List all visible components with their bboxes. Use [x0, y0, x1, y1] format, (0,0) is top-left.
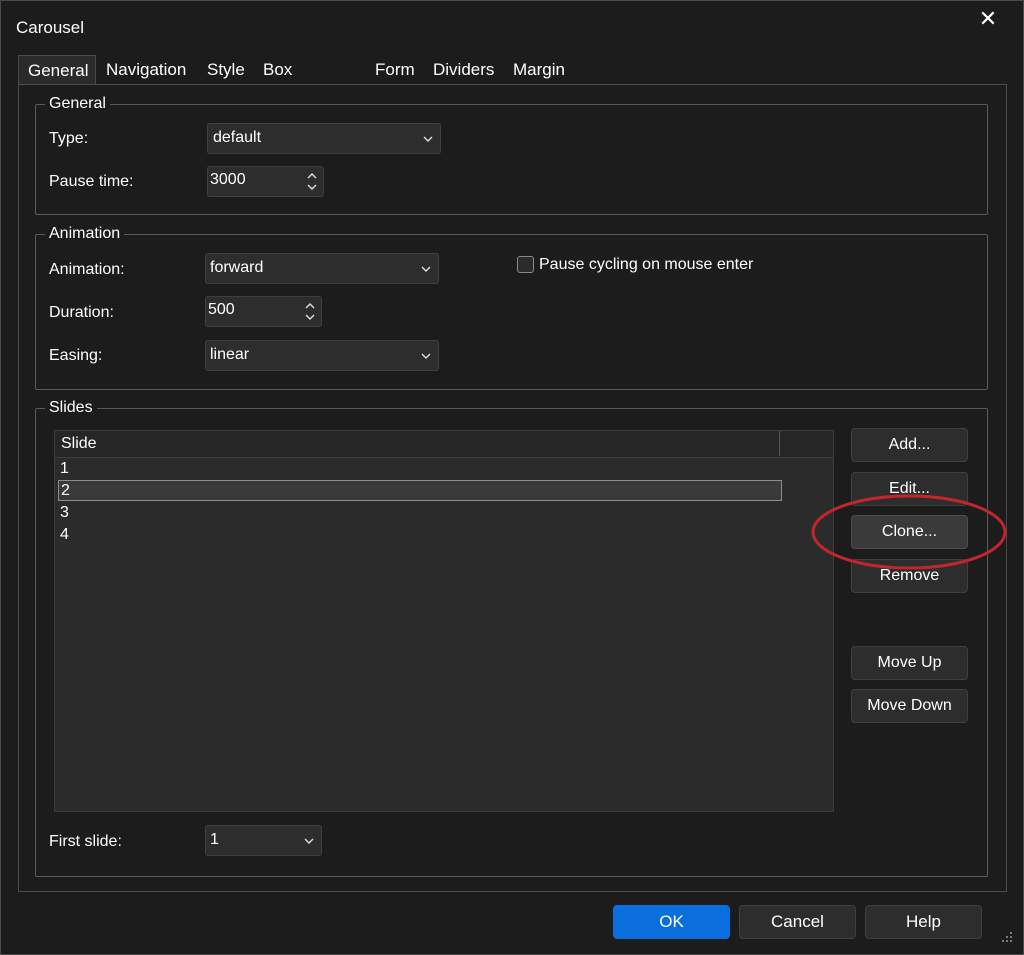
- spin-arrows-icon[interactable]: [305, 169, 319, 194]
- type-label: Type:: [49, 130, 89, 147]
- pause-on-hover-checkbox[interactable]: [517, 256, 534, 273]
- easing-select[interactable]: linear: [205, 340, 439, 371]
- animation-select[interactable]: forward: [205, 253, 439, 284]
- help-button[interactable]: Help: [865, 905, 982, 939]
- list-item[interactable]: 4: [58, 524, 782, 545]
- duration-label: Duration:: [49, 304, 114, 321]
- window-title: Carousel: [16, 18, 85, 37]
- pause-time-label: Pause time:: [49, 173, 134, 190]
- animation-label: Animation:: [49, 261, 125, 278]
- chevron-down-icon: [421, 266, 431, 272]
- animation-group: Animation: [35, 224, 988, 390]
- easing-label: Easing:: [49, 347, 103, 364]
- tab-margin[interactable]: Margin: [504, 56, 574, 84]
- pause-time-spinner[interactable]: 3000: [207, 166, 324, 197]
- tab-style[interactable]: Style: [198, 56, 254, 84]
- ok-button[interactable]: OK: [613, 905, 730, 939]
- easing-select-value: linear: [210, 346, 250, 363]
- title-bar: Carousel ✕: [1, 1, 1023, 47]
- resize-grip-icon[interactable]: [1001, 931, 1013, 943]
- cancel-button[interactable]: Cancel: [739, 905, 856, 939]
- remove-slide-button[interactable]: Remove: [851, 559, 968, 593]
- animation-group-legend: Animation: [45, 224, 125, 244]
- tab-dividers[interactable]: Dividers: [424, 56, 503, 84]
- slides-list[interactable]: Slide 1 2 3 4: [54, 430, 834, 812]
- slides-group-legend: Slides: [45, 398, 97, 418]
- carousel-dialog: Carousel ✕ General Navigation Style Box …: [0, 0, 1024, 955]
- duration-spinner[interactable]: 500: [205, 296, 322, 327]
- add-slide-button[interactable]: Add...: [851, 428, 968, 462]
- general-group-legend: General: [45, 94, 110, 114]
- duration-value: 500: [208, 301, 235, 318]
- animation-select-value: forward: [210, 259, 264, 276]
- slides-list-header: Slide: [55, 431, 833, 458]
- edit-slide-button[interactable]: Edit...: [851, 472, 968, 506]
- move-down-button[interactable]: Move Down: [851, 689, 968, 723]
- first-slide-label: First slide:: [49, 833, 122, 850]
- tab-general[interactable]: General: [18, 55, 96, 85]
- list-item[interactable]: 1: [58, 458, 782, 479]
- tab-form[interactable]: Form: [366, 56, 424, 84]
- list-item[interactable]: 3: [58, 502, 782, 523]
- list-item-selected[interactable]: 2: [58, 480, 782, 501]
- chevron-down-icon: [304, 838, 314, 844]
- chevron-down-icon: [421, 353, 431, 359]
- slide-column-header[interactable]: Slide: [55, 431, 780, 456]
- clone-slide-button[interactable]: Clone...: [851, 515, 968, 549]
- spin-arrows-icon[interactable]: [303, 299, 317, 324]
- tab-navigation[interactable]: Navigation: [97, 56, 195, 84]
- pause-time-value: 3000: [210, 171, 246, 188]
- first-slide-select[interactable]: 1: [205, 825, 322, 856]
- tab-box-shadow[interactable]: Box Shadow: [254, 56, 333, 107]
- chevron-down-icon: [423, 136, 433, 142]
- general-group: General: [35, 94, 988, 215]
- move-up-button[interactable]: Move Up: [851, 646, 968, 680]
- type-select[interactable]: default: [207, 123, 441, 154]
- type-select-value: default: [213, 129, 262, 146]
- close-icon[interactable]: ✕: [977, 7, 999, 31]
- general-tab-panel: General Type: default Pause time: 3000 A…: [18, 84, 1007, 892]
- first-slide-value: 1: [210, 831, 219, 848]
- pause-on-hover-label: Pause cycling on mouse enter: [539, 256, 754, 273]
